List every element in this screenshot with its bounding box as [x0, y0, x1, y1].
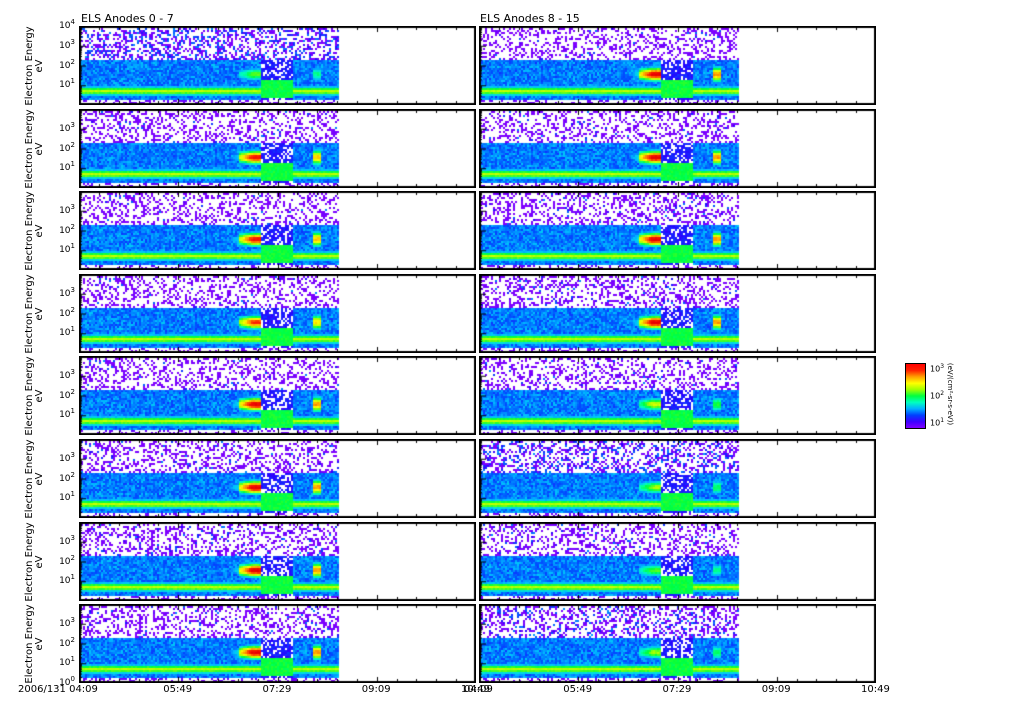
- y-tick-label: 101: [59, 490, 75, 504]
- y-tick-label: 102: [59, 140, 75, 154]
- y-tick-label: 103: [59, 37, 75, 51]
- spectrogram-anode-14: [479, 522, 876, 601]
- y-tick-label: 101: [59, 573, 75, 587]
- colorbar-tick-label: 101: [930, 417, 945, 428]
- y-tick-label: 103: [59, 615, 75, 629]
- y-tick-label: 102: [59, 222, 75, 236]
- y-tick-label: 102: [59, 57, 75, 71]
- y-tick-label: 102: [59, 553, 75, 567]
- y-axis-label: Electron Energy eV: [24, 603, 45, 684]
- spectrogram-anode-5: [79, 439, 476, 518]
- y-tick-label: 103: [59, 120, 75, 134]
- colorbar-label: (eV/(cm²-sr-s-eV)): [946, 362, 954, 426]
- y-tick-label: 103: [59, 533, 75, 547]
- spectrogram-anode-7: [79, 604, 476, 683]
- spectrogram-anode-4: [79, 356, 476, 435]
- x-tick-label: 10:49: [861, 684, 890, 695]
- x-tick-label: 04:09: [464, 684, 493, 695]
- y-tick-label: 101: [59, 242, 75, 256]
- spectrogram-anode-12: [479, 356, 876, 435]
- x-tick-label: 05:49: [563, 684, 593, 695]
- y-axis-label: Electron Energy eV: [24, 25, 45, 106]
- y-axis-label: Electron Energy eV: [24, 108, 45, 189]
- spectrogram-anode-13: [479, 439, 876, 518]
- y-tick-label: 103: [59, 285, 75, 299]
- y-tick-label: 101: [59, 77, 75, 91]
- right-column-title: ELS Anodes 8 - 15: [480, 12, 580, 25]
- y-axis-label: Electron Energy eV: [24, 438, 45, 519]
- spectrogram-anode-6: [79, 522, 476, 601]
- y-tick-label: 102: [59, 470, 75, 484]
- x-tick-label: 07:29: [662, 684, 692, 695]
- x-tick-label: 09:09: [361, 684, 391, 695]
- y-tick-label: 103: [59, 202, 75, 216]
- spectrogram-anode-1: [79, 109, 476, 188]
- y-tick-label: 102: [59, 305, 75, 319]
- colorbar: [905, 363, 926, 429]
- spectrogram-anode-11: [479, 274, 876, 353]
- y-tick-label: 103: [59, 450, 75, 464]
- y-axis-label: Electron Energy eV: [24, 521, 45, 602]
- left-column-title: ELS Anodes 0 - 7: [81, 12, 174, 25]
- y-tick-label: 103: [59, 367, 75, 381]
- colorbar-tick-label: 102: [930, 390, 945, 401]
- spectrogram-anode-2: [79, 191, 476, 270]
- y-tick-label: 102: [59, 387, 75, 401]
- x-tick-label: 07:29: [262, 684, 292, 695]
- spectrogram-anode-0: [79, 26, 476, 105]
- spectrogram-anode-3: [79, 274, 476, 353]
- x-tick-label: 09:09: [761, 684, 791, 695]
- spectrogram-anode-10: [479, 191, 876, 270]
- spectrogram-anode-9: [479, 109, 876, 188]
- spectrogram-anode-15: [479, 604, 876, 683]
- y-tick-label: 101: [59, 407, 75, 421]
- y-axis-label: Electron Energy eV: [24, 190, 45, 271]
- y-tick-label: 101: [59, 325, 75, 339]
- x-tick-label: 05:49: [163, 684, 193, 695]
- y-tick-label: 101: [59, 160, 75, 174]
- y-axis-label: Electron Energy eV: [24, 273, 45, 354]
- colorbar-tick-label: 103: [930, 363, 945, 374]
- spectrogram-anode-8: [479, 26, 876, 105]
- y-tick-label: 101: [59, 655, 75, 669]
- y-axis-label: Electron Energy eV: [24, 355, 45, 436]
- x-tick-label-start: 2006/131 04:09: [18, 684, 98, 695]
- y-tick-label: 104: [59, 18, 75, 31]
- y-tick-label: 102: [59, 635, 75, 649]
